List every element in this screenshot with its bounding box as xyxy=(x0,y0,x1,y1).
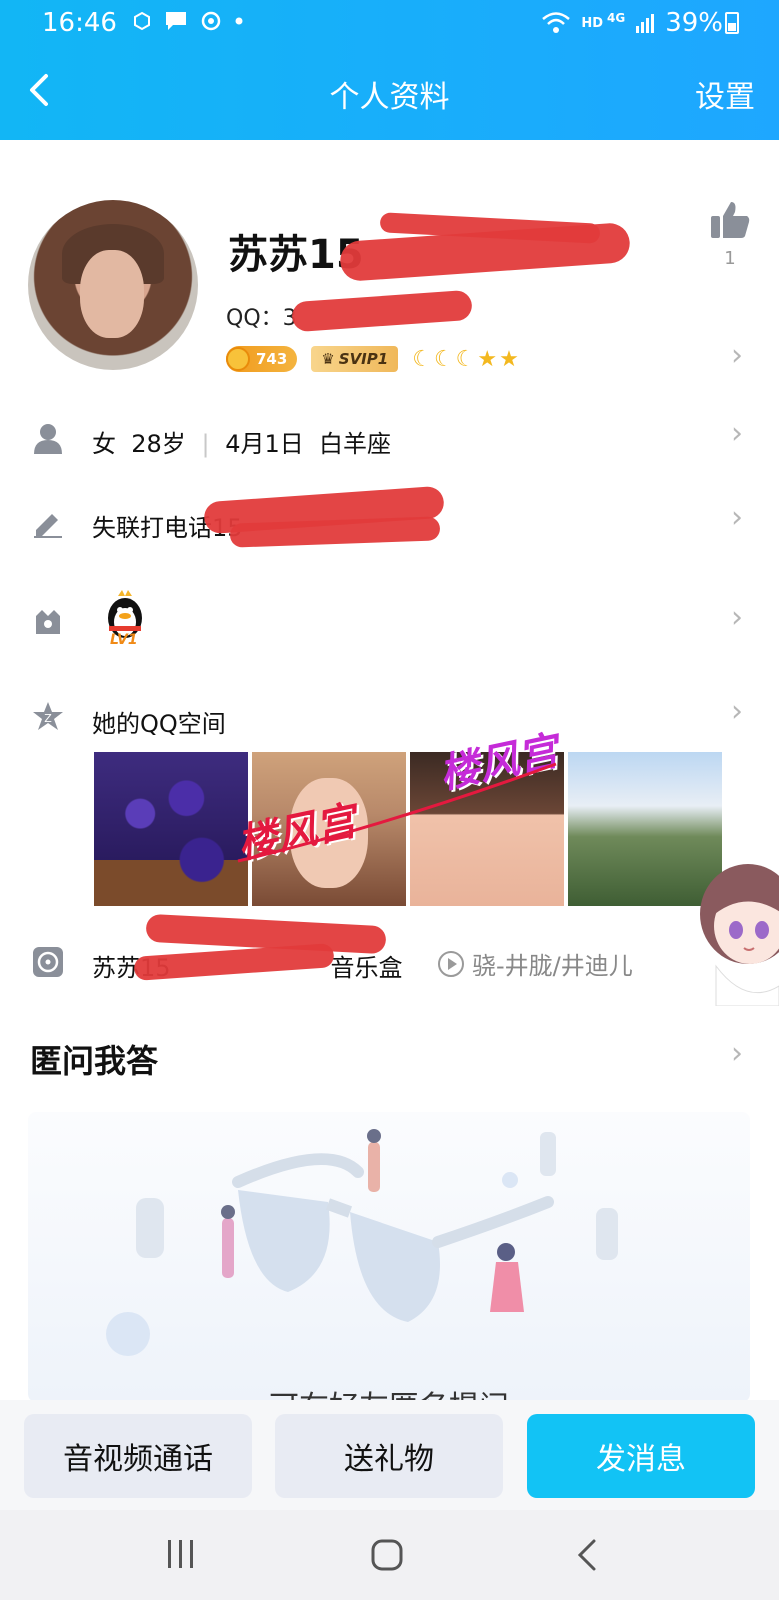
chevron-right-icon: › xyxy=(731,416,743,451)
gender: 女 xyxy=(92,430,116,458)
sync-icon xyxy=(201,11,221,31)
chevron-right-icon[interactable]: › xyxy=(731,1036,743,1071)
package-icon xyxy=(134,11,150,31)
qa-empty-card: 可在好友匿名提问 xyxy=(28,1112,750,1402)
header: 个人资料 设置 xyxy=(0,44,779,140)
video-call-button[interactable]: 音视频通话 xyxy=(24,1414,252,1498)
chevron-right-icon: › xyxy=(731,500,743,535)
dot-icon xyxy=(235,17,243,25)
home-icon[interactable] xyxy=(370,1538,404,1572)
qzone-star-icon: Z xyxy=(33,702,63,730)
settings-button[interactable]: 设置 xyxy=(695,72,755,116)
music-disc-icon xyxy=(33,947,63,977)
birthday: 4月1日 xyxy=(225,430,304,458)
photo-thumbnail[interactable] xyxy=(94,752,248,906)
edit-pencil-icon xyxy=(34,514,62,538)
battery-percent: 39% xyxy=(665,8,723,38)
qzone-label: 她的QQ空间 xyxy=(92,710,226,738)
message-icon xyxy=(166,12,186,30)
zodiac: 白羊座 xyxy=(319,430,391,458)
qq-number: QQ：3 xyxy=(226,306,297,331)
qq-level-icons: ☾ ☾ ☾ ★ ★ xyxy=(412,347,519,372)
watermark-stroke xyxy=(237,762,557,863)
now-playing[interactable]: 骁-井胧/井迪儿 xyxy=(438,946,633,981)
chevron-right-icon: › xyxy=(731,694,743,729)
qa-hint: 可在好友匿名提问 xyxy=(28,1382,750,1402)
person-icon xyxy=(34,424,62,454)
avatar[interactable] xyxy=(28,200,198,370)
age: 28岁 xyxy=(131,430,186,458)
send-message-button[interactable]: 发消息 xyxy=(527,1414,755,1498)
penguin-level-label: LV1 xyxy=(110,632,138,648)
chevron-right-icon: › xyxy=(731,600,743,635)
star-icon: ★ xyxy=(477,346,498,372)
top-bar: 16:46 HD 4G 39% 个人资料 设置 xyxy=(0,0,779,140)
chevron-right-icon[interactable]: › xyxy=(731,338,743,373)
action-bar: 音视频通话 送礼物 发消息 xyxy=(0,1400,779,1510)
like-count: 1 xyxy=(724,248,736,269)
crown-box-icon xyxy=(36,610,60,634)
hd-label: HD xyxy=(581,15,603,31)
play-circle-icon xyxy=(438,950,464,977)
network-label: 4G xyxy=(607,11,626,25)
notification-icons xyxy=(132,10,244,32)
status-right: HD 4G 39% xyxy=(541,8,723,38)
svip-label: SVIP1 xyxy=(338,350,389,368)
basic-info-row[interactable]: 女 28岁 | 4月1日 白羊座 › xyxy=(0,410,779,470)
music-box-row[interactable]: 苏苏15 音乐盒 xyxy=(0,936,779,986)
status-time: 16:46 xyxy=(42,8,117,38)
qa-section-title: 匿问我答 xyxy=(30,1042,159,1080)
song-title: 骁-井胧/井迪儿 xyxy=(472,952,633,980)
moon-icon: ☾ xyxy=(455,346,476,372)
badge-row[interactable]: 743 ♛ SVIP1 ☾ ☾ ☾ ★ ★ xyxy=(226,346,519,372)
page-title: 个人资料 xyxy=(329,80,450,115)
coin-value: 743 xyxy=(256,350,288,368)
wifi-icon xyxy=(542,12,571,33)
music-box-suffix: 音乐盒 xyxy=(330,954,403,982)
coin-badge: 743 xyxy=(226,346,298,372)
battery-icon xyxy=(725,12,739,34)
redaction-mark xyxy=(291,289,473,333)
moon-icon: ☾ xyxy=(412,346,432,372)
star-icon: ★ xyxy=(499,346,519,372)
moon-icon: ☾ xyxy=(433,346,454,372)
status-bar: 16:46 HD 4G 39% xyxy=(0,0,779,44)
crown-icon: ♛ xyxy=(321,350,335,368)
signal-icon xyxy=(636,14,655,33)
recent-apps-icon[interactable] xyxy=(166,1538,196,1570)
svg-text:Z: Z xyxy=(44,712,52,725)
qzone-row[interactable]: Z 她的QQ空间 › xyxy=(0,692,779,742)
back-icon[interactable] xyxy=(576,1538,598,1572)
sunglasses-illustration xyxy=(106,1129,618,1356)
penguin-badge: LV1 xyxy=(100,590,150,652)
svip-badge: ♛ SVIP1 xyxy=(311,346,399,372)
system-nav-bar xyxy=(0,1510,779,1600)
send-gift-button[interactable]: 送礼物 xyxy=(275,1414,503,1498)
penguin-row[interactable]: LV1 › xyxy=(0,586,779,656)
like-button[interactable]: 1 xyxy=(708,200,752,269)
coin-icon xyxy=(226,347,250,371)
thumbs-up-icon xyxy=(711,202,750,238)
